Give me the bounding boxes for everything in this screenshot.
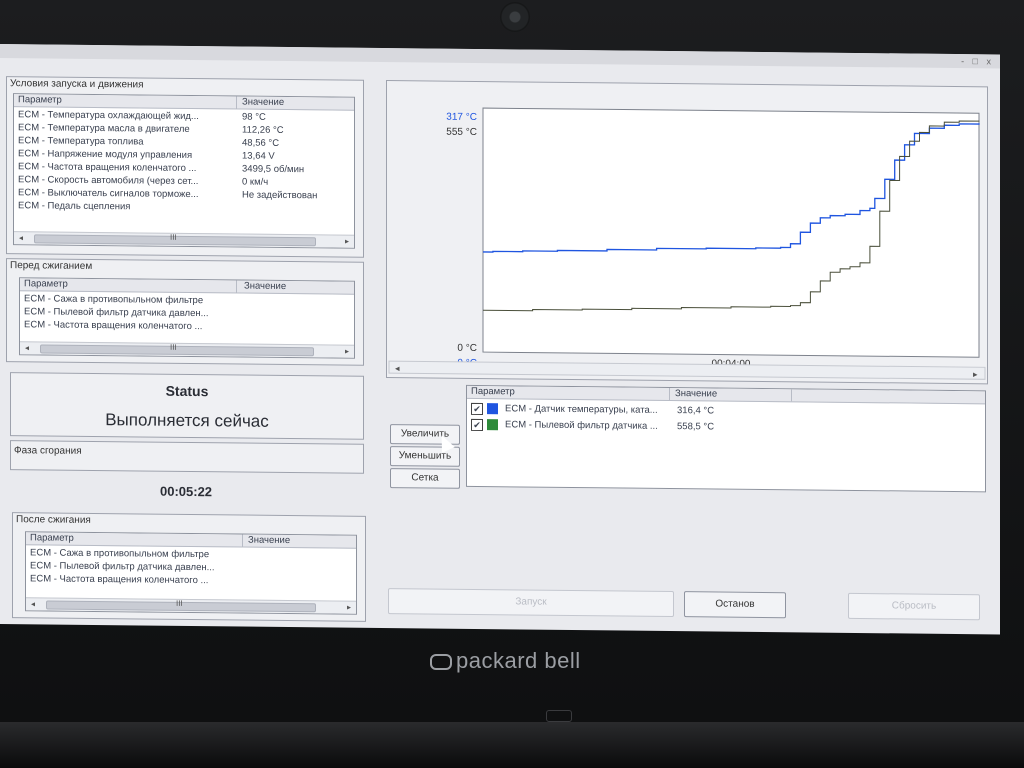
- screen: - □ x Условия запуска и движения Парамет…: [0, 44, 1000, 635]
- phase-panel: Фаза сгорания: [10, 440, 364, 474]
- series-checkbox[interactable]: ✔: [471, 418, 483, 432]
- cell-value: 13,64 V: [242, 150, 275, 162]
- cell-value: [244, 575, 354, 576]
- before-burn-title: Перед сжиганием: [10, 260, 93, 272]
- burn-timer: 00:05:22: [160, 483, 213, 500]
- start-conditions-panel: Условия запуска и движения Параметр Знач…: [6, 76, 364, 258]
- series-value: 558,5 °C: [677, 421, 715, 433]
- cell-value: [244, 562, 354, 563]
- header-param[interactable]: Параметр: [467, 385, 670, 401]
- y-max-label-2: 555 °C: [446, 127, 477, 138]
- scroll-right-arrow[interactable]: ▸: [342, 236, 352, 248]
- start-button[interactable]: Запуск: [388, 588, 674, 618]
- scroll-thumb[interactable]: [40, 344, 314, 357]
- header-param[interactable]: Параметр: [14, 94, 237, 109]
- table-row[interactable]: ECM - Частота вращения коленчатого ...: [20, 318, 354, 334]
- cell-param: ECM - Частота вращения коленчатого ...: [30, 573, 209, 587]
- horizontal-scrollbar[interactable]: ◂ III ▸: [20, 341, 354, 358]
- brand-logo: packard bell: [430, 648, 581, 674]
- before-burn-table[interactable]: Параметр Значение ECM - Сажа в противопы…: [19, 277, 355, 359]
- table-row[interactable]: ECM - Частота вращения коленчатого ...: [26, 572, 356, 588]
- header-value[interactable]: Значение: [238, 96, 352, 109]
- cell-param: ECM - Частота вращения коленчатого ...: [24, 319, 203, 333]
- cell-value: [240, 321, 352, 322]
- header-param[interactable]: Параметр: [20, 278, 237, 293]
- start-conditions-title: Условия запуска и движения: [10, 78, 144, 91]
- lid-latch: [546, 710, 572, 722]
- brand-mark-icon: [430, 654, 452, 671]
- before-burn-panel: Перед сжиганием Параметр Значение ECM - …: [6, 258, 364, 366]
- scroll-grip: III: [170, 232, 177, 242]
- series-color-swatch: [487, 419, 498, 431]
- grid-button[interactable]: Сетка: [390, 468, 460, 489]
- header-value[interactable]: Значение: [244, 535, 354, 548]
- after-burn-title: После сжигания: [16, 514, 91, 526]
- chart-scroll-right-arrow: ▸: [973, 369, 978, 379]
- chart-scrollbar: [388, 360, 986, 380]
- window-controls[interactable]: - □ x: [957, 54, 994, 68]
- cell-param: ECM - Педаль сцепления: [18, 200, 131, 213]
- cell-value: [240, 295, 352, 296]
- series-color-swatch: [487, 403, 498, 415]
- laptop-hinge: [0, 722, 1024, 768]
- legend-table[interactable]: Параметр Значение ✔ ECM - Датчик температ…: [466, 384, 986, 493]
- after-burn-panel: После сжигания Параметр Значение ECM - С…: [12, 512, 366, 622]
- stop-button[interactable]: Останов: [684, 591, 786, 619]
- series-name: ECM - Пылевой фильтр датчика ...: [505, 419, 658, 432]
- status-panel: Status Выполняется сейчас: [10, 372, 364, 440]
- window-title: [0, 46, 4, 56]
- scroll-grip: III: [170, 342, 177, 352]
- table-header: Параметр Значение: [467, 385, 985, 405]
- scroll-left-arrow[interactable]: ◂: [22, 342, 32, 354]
- series-checkbox[interactable]: ✔: [471, 402, 483, 416]
- cell-value: [244, 549, 354, 550]
- y-max-label-1: 317 °C: [446, 112, 477, 123]
- reset-button[interactable]: Сбросить: [848, 592, 980, 621]
- cell-value: 3499,5 об/мин: [242, 163, 305, 176]
- cell-value: 98 °C: [242, 111, 266, 123]
- temperature-chart: 317 °C555 °C0 °C0 °C00:04:00◂▸: [388, 107, 986, 380]
- status-text: Выполняется сейчас: [105, 410, 269, 431]
- header-value[interactable]: Значение: [671, 388, 792, 402]
- header-value[interactable]: Значение: [240, 281, 352, 294]
- scroll-left-arrow[interactable]: ◂: [16, 232, 26, 244]
- cell-value: 112,26 °C: [242, 124, 284, 136]
- scroll-right-arrow[interactable]: ▸: [342, 346, 352, 358]
- series-name: ECM - Датчик температуры, ката...: [505, 403, 658, 416]
- webcam: [500, 2, 530, 32]
- chart-scroll-left-arrow: ◂: [395, 363, 400, 373]
- start-conditions-table[interactable]: Параметр Значение ECM - Температура охла…: [13, 93, 355, 249]
- header-param[interactable]: Параметр: [26, 532, 243, 547]
- table-row[interactable]: ECM - Педаль сцепления: [14, 199, 354, 216]
- after-burn-table[interactable]: Параметр Значение ECM - Сажа в противопы…: [25, 531, 357, 615]
- phase-title: Фаза сгорания: [14, 445, 82, 457]
- scroll-grip: III: [176, 598, 183, 608]
- cell-value: [240, 308, 352, 309]
- horizontal-scrollbar[interactable]: ◂ III ▸: [14, 231, 354, 248]
- cell-value: 48,56 °C: [242, 137, 280, 149]
- y-min-label-1: 0 °C: [457, 343, 477, 354]
- scroll-left-arrow[interactable]: ◂: [28, 598, 38, 610]
- cell-value: 0 км/ч: [242, 176, 269, 188]
- chart-panel: 317 °C555 °C0 °C0 °C00:04:00◂▸: [386, 80, 988, 385]
- brand-text: packard bell: [456, 648, 581, 673]
- cell-value: Не задействован: [242, 189, 318, 202]
- cell-value: [238, 201, 352, 202]
- series-value: 316,4 °C: [677, 405, 715, 417]
- horizontal-scrollbar[interactable]: ◂ III ▸: [26, 597, 356, 614]
- scroll-right-arrow[interactable]: ▸: [344, 602, 354, 614]
- status-title: Status: [165, 382, 209, 400]
